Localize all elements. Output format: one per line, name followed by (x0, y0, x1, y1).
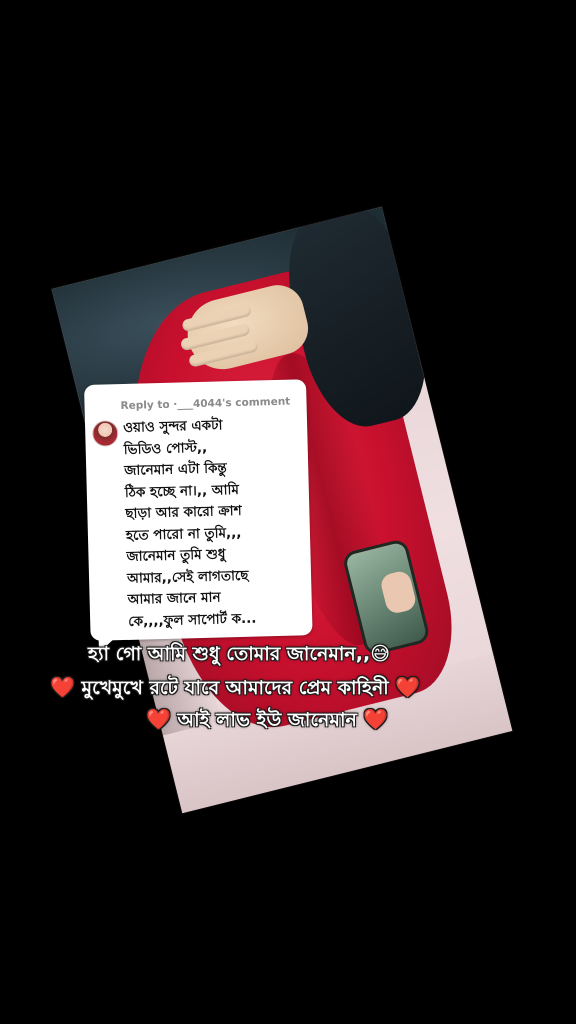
heart-icon: ❤️ (363, 707, 389, 731)
heart-icon: ❤️ (146, 707, 171, 731)
sweat-smile-emoji-icon: 😅 (370, 643, 391, 665)
caption-line-1: হ্যা গো আমি শুধু তোমার জানেমান,,😅 (88, 640, 390, 672)
caption-text: হ্যা গো আমি শুধু তোমার জানেমান,, (88, 643, 371, 665)
video-stage[interactable]: Reply to ·___4044's comment ওয়াও সুন্দর… (0, 0, 576, 1024)
reply-comment-bubble[interactable]: Reply to ·___4044's comment ওয়াও সুন্দর… (84, 379, 313, 641)
caption-text: মুখেমুখে রটে যাবে আমাদের প্রেম কাহিনী (74, 677, 396, 699)
reply-line: কে,,,,ফুল সাপোর্ট ক... (127, 610, 257, 630)
reply-header: Reply to ·___4044's comment (120, 395, 291, 413)
caption-line-3: ❤️ আই লাভ ইউ জানেমান ❤️ (146, 706, 388, 738)
reply-comment-text: ওয়াও সুন্দর একটা ভিডিও পোস্ট,, জানেমান … (123, 413, 309, 633)
heart-icon: ❤️ (395, 675, 421, 699)
caption-text: আই লাভ ইউ জানেমান (170, 709, 364, 731)
caption-line-2: ❤️ মুখেমুখে রটে যাবে আমাদের প্রেম কাহিনী… (50, 674, 420, 706)
commenter-avatar[interactable] (91, 420, 119, 447)
heart-icon: ❤️ (50, 675, 75, 699)
